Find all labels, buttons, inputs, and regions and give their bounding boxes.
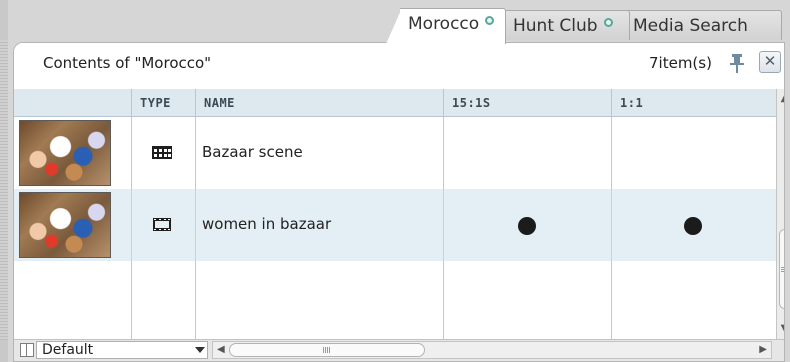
view-select-value: Default [42, 342, 94, 358]
bin-status-icon [603, 18, 613, 27]
close-icon: ✕ [763, 52, 777, 70]
column-header-1-1[interactable]: 1:1 [612, 89, 776, 117]
resize-grip[interactable] [0, 40, 8, 340]
thumbnail-image [19, 192, 111, 258]
cell-15-1s[interactable] [444, 189, 612, 261]
horizontal-scroll-thumb[interactable] [229, 343, 425, 357]
chevron-down-icon[interactable] [195, 347, 205, 353]
tab-morocco[interactable]: Morocco [400, 8, 506, 44]
empty-cell [132, 261, 196, 339]
name-cell: women in bazaar [196, 189, 444, 261]
bin-window: Media Search Hunt Club Morocco Contents … [0, 0, 790, 362]
scroll-down-icon[interactable]: ▼ [779, 321, 784, 337]
name-cell: Bazaar scene [196, 117, 444, 189]
empty-row [14, 261, 776, 339]
close-button[interactable]: ✕ [759, 51, 781, 73]
tab-hunt-club[interactable]: Hunt Club [504, 10, 630, 40]
format-marker-icon [684, 217, 702, 235]
column-header-name[interactable]: NAME [196, 89, 444, 117]
view-mode-icon[interactable] [20, 343, 34, 357]
item-count: 7item(s) [649, 54, 712, 72]
tab-label: Media Search [633, 16, 748, 36]
cell-1-1[interactable] [612, 189, 776, 261]
cell-1-1 [612, 117, 776, 189]
grip-icon [781, 266, 784, 272]
bin-grid: TYPE NAME 15:1S 1:1 Bazaar scene women i… [14, 89, 776, 339]
clip-icon [153, 218, 171, 231]
pin-icon[interactable] [728, 52, 746, 74]
contents-title: Contents of "Morocco" [43, 54, 212, 72]
thumbnail-cell [14, 189, 132, 261]
table-row[interactable]: women in bazaar [14, 189, 776, 261]
vertical-scrollbar[interactable]: ▲ ▼ [776, 89, 784, 339]
tab-media-search[interactable]: Media Search [624, 10, 782, 40]
thumbnail-image [19, 120, 111, 186]
empty-cell [444, 261, 612, 339]
cell-15-1s [444, 117, 612, 189]
tab-bar: Media Search Hunt Club Morocco [8, 0, 790, 44]
bin-status-icon [485, 16, 495, 25]
view-select[interactable]: Default [36, 341, 208, 359]
table-row[interactable]: Bazaar scene [14, 117, 776, 189]
vertical-scroll-thumb[interactable] [779, 229, 784, 309]
scroll-up-icon[interactable]: ▲ [779, 91, 784, 107]
item-name: women in bazaar [202, 215, 332, 233]
format-marker-icon [518, 217, 536, 235]
empty-cell [14, 261, 132, 339]
column-header-thumbnail[interactable] [14, 89, 132, 117]
item-name: Bazaar scene [202, 143, 303, 161]
type-cell [132, 117, 196, 189]
tab-label: Hunt Club [513, 16, 598, 36]
scroll-right-icon[interactable]: ▶ [759, 344, 767, 355]
thumbnail-cell [14, 117, 132, 189]
grip-icon [323, 347, 331, 353]
column-header-15-1s[interactable]: 15:1S [444, 89, 612, 117]
bin-panel: Contents of "Morocco" 7item(s) ✕ TYPE NA… [13, 42, 785, 362]
scroll-left-icon[interactable]: ◀ [217, 344, 225, 355]
column-header-type[interactable]: TYPE [132, 89, 196, 117]
empty-cell [196, 261, 444, 339]
sequence-icon [152, 146, 172, 159]
bin-footer: Default ◀ ▶ [14, 339, 784, 361]
horizontal-scrollbar[interactable]: ◀ ▶ [212, 341, 772, 359]
tab-label: Morocco [408, 14, 480, 34]
type-cell [132, 189, 196, 261]
bin-header: Contents of "Morocco" 7item(s) ✕ [14, 43, 784, 87]
